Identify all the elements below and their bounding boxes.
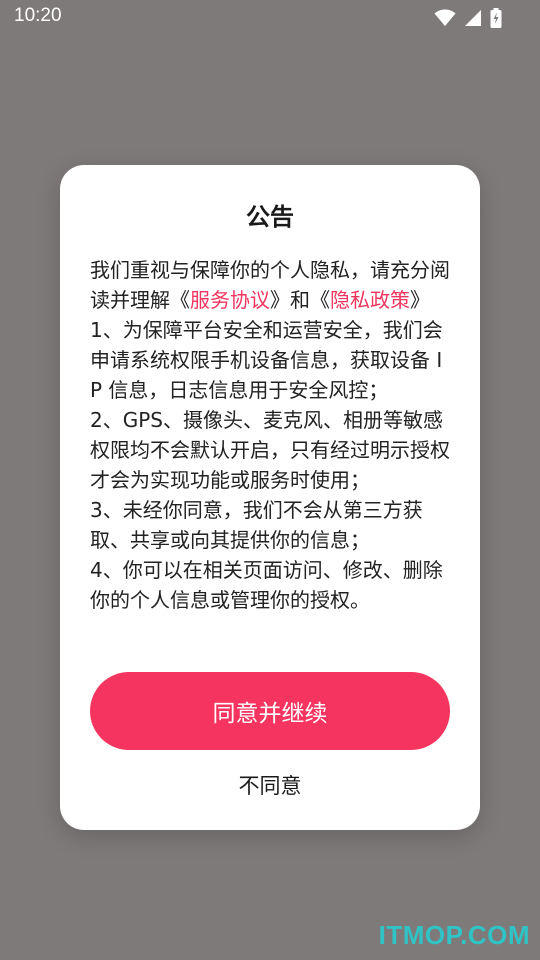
status-bar: 10:20	[0, 0, 540, 36]
notice-item-4: 4、你可以在相关页面访问、修改、删除你的个人信息或管理你的授权。	[90, 558, 443, 612]
wifi-icon	[434, 9, 456, 27]
disagree-button[interactable]: 不同意	[170, 765, 370, 805]
notice-item-2: 2、GPS、摄像头、麦克风、相册等敏感权限均不会默认开启，只有经过明示授权才会为…	[90, 408, 450, 492]
notice-item-3: 3、未经你同意，我们不会从第三方获取、共享或向其提供你的信息；	[90, 498, 423, 552]
signal-icon	[464, 9, 482, 27]
status-time: 10:20	[14, 5, 62, 26]
announcement-dialog: 公告 我们重视与保障你的个人隐私，请充分阅读并理解《服务协议》和《隐私政策》 1…	[60, 165, 480, 830]
battery-charging-icon	[490, 8, 502, 28]
status-icons	[434, 8, 502, 28]
watermark-logo: ITMOP.COM	[378, 920, 530, 950]
intro-middle: 》和《	[270, 288, 330, 312]
service-agreement-link[interactable]: 服务协议	[190, 288, 270, 312]
privacy-policy-link[interactable]: 隐私政策	[330, 288, 410, 312]
dialog-body: 我们重视与保障你的个人隐私，请充分阅读并理解《服务协议》和《隐私政策》 1、为保…	[90, 255, 452, 615]
intro-paragraph: 我们重视与保障你的个人隐私，请充分阅读并理解《服务协议》和《隐私政策》	[90, 255, 452, 315]
notice-item-1: 1、为保障平台安全和运营安全，我们会申请系统权限手机设备信息，获取设备 IP 信…	[90, 318, 443, 402]
agree-continue-button[interactable]: 同意并继续	[90, 672, 450, 750]
dialog-title: 公告	[246, 203, 294, 231]
intro-suffix: 》	[410, 288, 430, 312]
